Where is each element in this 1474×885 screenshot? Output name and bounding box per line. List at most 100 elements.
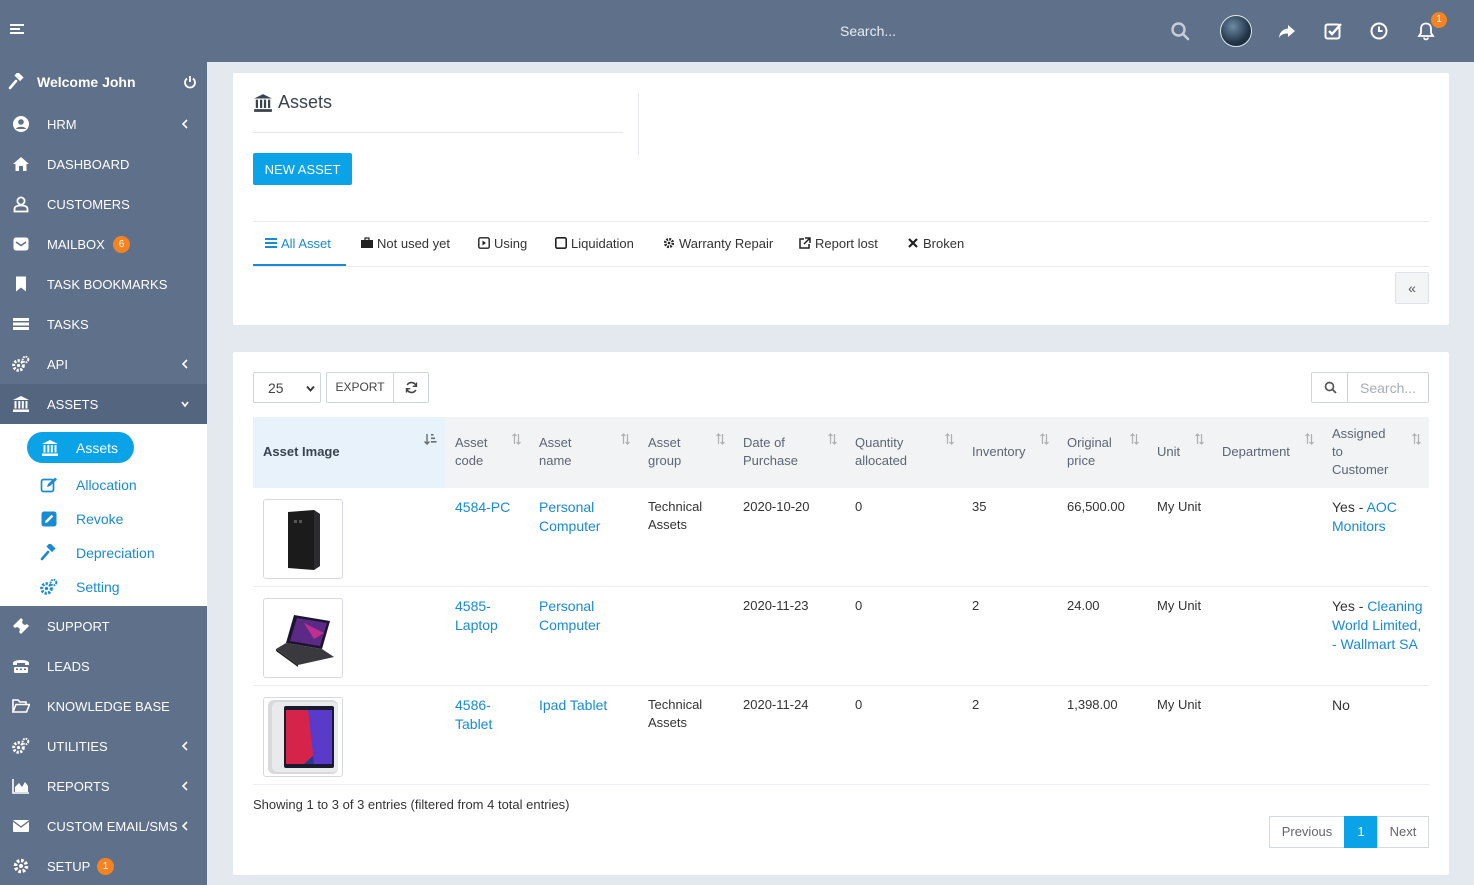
sidebar-item-label: REPORTS bbox=[47, 779, 110, 794]
unit-cell: My Unit bbox=[1157, 598, 1202, 613]
menu-toggle-icon[interactable] bbox=[10, 24, 24, 36]
quantity-allocated-cell: 0 bbox=[855, 499, 863, 514]
next-page-button[interactable]: Next bbox=[1377, 816, 1429, 848]
purchase-date-cell: 2020-11-23 bbox=[743, 598, 809, 613]
checklist-icon[interactable] bbox=[1323, 21, 1343, 41]
table-search[interactable]: Search... bbox=[1311, 372, 1429, 403]
submenu-item-assets[interactable]: Assets bbox=[27, 432, 134, 463]
export-button[interactable]: EXPORT bbox=[326, 372, 394, 403]
sidebar-item-label: KNOWLEDGE BASE bbox=[47, 699, 170, 714]
power-icon[interactable] bbox=[183, 75, 197, 89]
tty-icon bbox=[13, 660, 29, 673]
sidebar-item-mailbox[interactable]: MAILBOX 6 bbox=[0, 224, 207, 264]
customer-link[interactable]: - Wallmart SA bbox=[1332, 636, 1418, 652]
pencil-square-icon bbox=[41, 511, 57, 527]
global-search-input[interactable]: Search... bbox=[840, 23, 896, 39]
refresh-button[interactable] bbox=[393, 372, 429, 403]
chevron-left-icon bbox=[181, 821, 188, 831]
tab-warranty-repair[interactable]: Warranty Repair bbox=[663, 234, 773, 266]
desktop-pc-image[interactable] bbox=[263, 499, 343, 579]
column-header-asset-image[interactable]: Asset Image bbox=[253, 417, 445, 488]
asset-code-link[interactable]: 4584-PC bbox=[455, 498, 510, 517]
sidebar-item-api[interactable]: API bbox=[0, 344, 207, 384]
column-header-department[interactable]: Department bbox=[1212, 417, 1322, 488]
chevron-left-icon bbox=[181, 119, 188, 129]
column-header-unit[interactable]: Unit bbox=[1147, 417, 1212, 488]
column-header-quantity-allocated[interactable]: Quantity allocated bbox=[845, 417, 962, 488]
table-row: 4586- Tablet Ipad Tablet Technical Assets … bbox=[253, 686, 1429, 785]
gavel-icon bbox=[40, 544, 56, 561]
sidebar-item-label: SETUP bbox=[47, 859, 91, 874]
tab-report-lost[interactable]: Report lost bbox=[799, 234, 878, 266]
tab-label: Warranty Repair bbox=[679, 236, 774, 251]
sidebar-item-label: TASKS bbox=[47, 317, 89, 332]
column-header-original-price[interactable]: Original price bbox=[1057, 417, 1147, 488]
table-row: 4584-PC Personal Computer Technical Assets… bbox=[253, 488, 1429, 587]
tab-label: All Asset bbox=[281, 236, 331, 251]
sidebar-item-utilities[interactable]: UTILITIES bbox=[0, 726, 207, 766]
customer-link[interactable]: World Limited, bbox=[1332, 617, 1421, 633]
column-header-asset-group[interactable]: Asset group bbox=[638, 417, 733, 488]
asset-code-link[interactable]: 4586- Tablet bbox=[455, 696, 492, 734]
asset-name-link[interactable]: Personal Computer bbox=[539, 597, 600, 635]
sidebar-item-customers[interactable]: CUSTOMERS bbox=[0, 184, 207, 224]
new-asset-button[interactable]: NEW ASSET bbox=[253, 153, 352, 185]
collapse-button[interactable]: « bbox=[1395, 272, 1429, 304]
column-header-inventory[interactable]: Inventory bbox=[962, 417, 1057, 488]
sidebar-item-setup[interactable]: SETUP 1 bbox=[0, 846, 207, 885]
sidebar-item-reports[interactable]: REPORTS bbox=[0, 766, 207, 806]
clock-icon[interactable] bbox=[1369, 21, 1389, 41]
sort-icon bbox=[621, 433, 630, 445]
sidebar-item-assets[interactable]: ASSETS bbox=[0, 384, 207, 424]
asset-group-cell: Technical Assets bbox=[648, 499, 703, 532]
tab-liquidation[interactable]: Liquidation bbox=[555, 234, 634, 266]
chevron-left-icon bbox=[181, 741, 188, 751]
previous-page-button[interactable]: Previous bbox=[1269, 816, 1345, 848]
table-search-input[interactable]: Search... bbox=[1360, 380, 1416, 396]
tab-broken[interactable]: Broken bbox=[907, 234, 964, 266]
table-header: Asset Image Asset code Asset name Asset gro… bbox=[253, 417, 1429, 488]
sidebar-item-hrm[interactable]: HRM bbox=[0, 104, 207, 144]
sidebar-item-leads[interactable]: LEADS bbox=[0, 646, 207, 686]
sidebar-item-custom-email-sms[interactable]: CUSTOM EMAIL/SMS bbox=[0, 806, 207, 846]
tab-using[interactable]: Using bbox=[478, 234, 527, 266]
page-1-button[interactable]: 1 bbox=[1344, 816, 1378, 848]
share-icon[interactable] bbox=[1277, 21, 1297, 41]
sidebar-item-task-bookmarks[interactable]: TASK BOOKMARKS bbox=[0, 264, 207, 304]
bank-icon bbox=[42, 440, 58, 456]
tablet-image[interactable] bbox=[263, 697, 343, 777]
customer-link[interactable]: Monitors bbox=[1332, 518, 1386, 534]
column-header-asset-code[interactable]: Asset code bbox=[445, 417, 529, 488]
customer-link[interactable]: Cleaning bbox=[1367, 598, 1422, 614]
column-header-date-of-purchase[interactable]: Date of Purchase bbox=[733, 417, 845, 488]
assets-header-panel: Assets NEW ASSET All Asset Not used yet … bbox=[233, 73, 1449, 325]
submenu-item-label: Assets bbox=[76, 440, 119, 456]
tab-label: Not used yet bbox=[377, 236, 450, 251]
column-header-label: Quantity allocated bbox=[855, 435, 908, 468]
sidebar-item-dashboard[interactable]: DASHBOARD bbox=[0, 144, 207, 184]
asset-code-link[interactable]: 4585- Laptop bbox=[455, 597, 498, 635]
sidebar-item-tasks[interactable]: TASKS bbox=[0, 304, 207, 344]
tab-not-used-yet[interactable]: Not used yet bbox=[361, 234, 450, 266]
sidebar-item-knowledge-base[interactable]: KNOWLEDGE BASE bbox=[0, 686, 207, 726]
asset-name-link[interactable]: Ipad Tablet bbox=[539, 696, 607, 715]
search-icon[interactable] bbox=[1170, 21, 1190, 41]
customer-link[interactable]: AOC bbox=[1367, 499, 1397, 515]
asset-name-link[interactable]: Personal Computer bbox=[539, 498, 600, 536]
sidebar: Welcome John HRM DASHBOARD CUSTOMERS MAI… bbox=[0, 62, 207, 885]
page-title: Assets bbox=[278, 92, 333, 112]
laptop-image[interactable] bbox=[263, 598, 343, 678]
sidebar-item-support[interactable]: SUPPORT bbox=[0, 606, 207, 646]
tab-all-asset[interactable]: All Asset bbox=[253, 234, 346, 266]
sort-icon bbox=[716, 433, 725, 445]
column-header-asset-name[interactable]: Asset name bbox=[529, 417, 638, 488]
page-length-select[interactable]: 25 bbox=[253, 372, 321, 403]
user-avatar[interactable] bbox=[1220, 15, 1252, 47]
column-header-label: Inventory bbox=[972, 444, 1026, 459]
column-header-assigned-to-customer[interactable]: Assigned to Customer bbox=[1322, 417, 1429, 488]
mailbox-count-badge: 6 bbox=[113, 236, 130, 253]
sort-icon bbox=[1130, 433, 1139, 445]
chevron-down-icon bbox=[181, 401, 189, 408]
assigned-customer-cell: Yes - Cleaning World Limited, - Wallmart S… bbox=[1332, 598, 1423, 652]
square-icon bbox=[555, 237, 567, 249]
